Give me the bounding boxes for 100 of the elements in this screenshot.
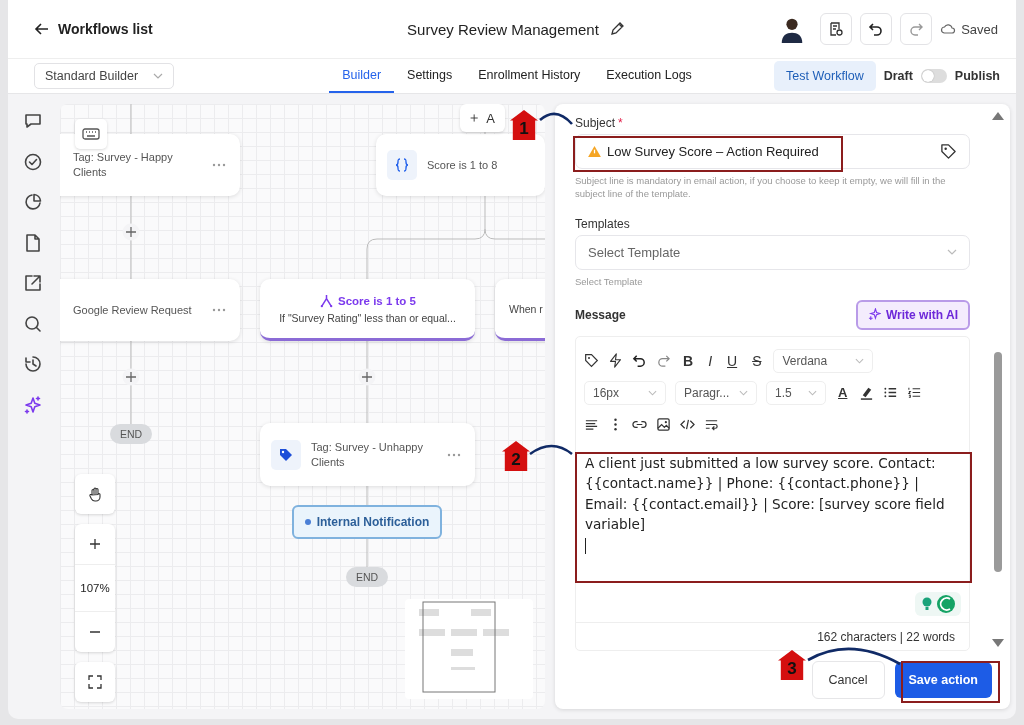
cloud-icon — [940, 21, 957, 37]
fit-view-button[interactable] — [75, 662, 115, 702]
add-step-icon[interactable] — [122, 368, 140, 386]
scrollbar-thumb[interactable] — [994, 352, 1002, 572]
message-field[interactable]: A client just submitted a low survey score. Contact: {{contact.name}} | Phone: {{contact.phone}} | Email: {{contact.email}} | Score: [survey score field variable] — [576, 448, 969, 580]
tag-icon[interactable] — [940, 143, 957, 160]
keyboard-button[interactable] — [75, 119, 107, 149]
subject-field[interactable]: Low Survey Score – Action Required — [575, 134, 970, 169]
action-node[interactable]: Google Review Request — [60, 279, 240, 341]
condition-title: Score is 1 to 5 — [338, 294, 416, 307]
more-icon[interactable] — [212, 163, 226, 167]
format-button[interactable]: S — [749, 352, 765, 369]
undo-button[interactable] — [860, 13, 893, 45]
undo-icon — [868, 21, 885, 37]
add-action-button[interactable]: A — [460, 104, 505, 132]
field-label: Templates — [575, 216, 630, 231]
check-icon[interactable] — [23, 151, 43, 172]
sparkle-icon[interactable] — [23, 394, 43, 415]
condition-node[interactable]: Score is 1 to 5 If "Survey Rating" less than or equal... — [260, 279, 475, 341]
chat-icon[interactable] — [23, 111, 43, 131]
text-wrap-icon[interactable] — [704, 417, 719, 433]
font-select[interactable]: Verdana — [773, 348, 874, 373]
back-link[interactable]: Workflows list — [34, 21, 153, 37]
tag-icon[interactable] — [584, 353, 599, 369]
redo-icon[interactable] — [656, 353, 671, 369]
assistant-icons-drawing[interactable] — [915, 591, 961, 616]
field-hint: Subject line is mandatory in email action, if you choose to keep it empty, we will fill in the subject line of the template. — [575, 174, 947, 201]
text-cursor — [585, 537, 586, 554]
notification-chip[interactable]: Internal Notification — [292, 505, 442, 539]
action-node[interactable]: Tag: Survey - Unhappy Clients — [260, 423, 475, 486]
pie-icon[interactable] — [23, 192, 43, 212]
tab[interactable]: Execution Logs — [593, 59, 705, 93]
caret-icon — [855, 357, 865, 364]
test-workflow-button[interactable]: Test Workflow — [774, 61, 876, 91]
sparkle-icon — [868, 308, 881, 322]
history-icon[interactable] — [23, 354, 43, 374]
save-action-button[interactable]: Save action — [894, 662, 992, 698]
tag-icon — [271, 439, 301, 470]
braces-icon — [387, 150, 417, 180]
caret-icon — [153, 73, 163, 79]
zoom-level: 107% — [75, 564, 115, 612]
hand-icon — [87, 486, 103, 502]
external-icon[interactable] — [23, 273, 43, 293]
write-with-ai-button[interactable]: Write with AI — [856, 299, 970, 330]
line-height-select[interactable]: 1.5 — [766, 380, 826, 405]
pencil-icon[interactable] — [608, 21, 625, 37]
block-format-select[interactable]: Paragr... — [675, 380, 757, 405]
undo-icon[interactable] — [632, 353, 647, 369]
tab[interactable]: Settings — [394, 59, 466, 93]
caret-icon — [648, 389, 657, 396]
text-color-button[interactable]: A — [835, 385, 851, 401]
align-icon[interactable] — [584, 417, 599, 433]
draft-label: Draft — [883, 69, 913, 83]
minus-icon — [89, 630, 101, 634]
warning-icon — [588, 146, 601, 157]
action-node[interactable]: Score is 1 to 8 — [376, 134, 545, 196]
image-icon[interactable] — [656, 417, 671, 433]
caret-icon — [808, 389, 817, 396]
template-select[interactable]: Select Template — [575, 234, 970, 270]
more-icon[interactable] — [447, 452, 461, 457]
scroll-up-arrow[interactable] — [992, 112, 1004, 120]
lightning-icon[interactable] — [608, 353, 623, 369]
document-icon — [828, 21, 845, 37]
redo-icon — [908, 21, 925, 37]
scroll-down-arrow[interactable] — [992, 639, 1004, 647]
node-label: Google Review Request — [73, 302, 193, 318]
node-label: Score is 1 to 8 — [427, 157, 499, 173]
condition-text: When r — [508, 302, 543, 315]
publish-label: Publish — [954, 69, 1000, 83]
highlighter-icon[interactable] — [859, 385, 875, 401]
format-button[interactable]: B — [680, 352, 697, 369]
checklist-button[interactable] — [820, 13, 853, 45]
field-label: Message — [575, 307, 626, 322]
font-size-select[interactable]: 16px — [584, 380, 666, 405]
action-node[interactable]: Tag: Survey - Happy Clients — [60, 134, 240, 196]
file-icon[interactable] — [23, 232, 43, 253]
numbered-list-icon[interactable] — [907, 385, 923, 401]
end-marker: END — [110, 424, 152, 444]
branch-icon — [319, 293, 334, 308]
cancel-button[interactable]: Cancel — [811, 661, 885, 699]
add-step-icon[interactable] — [358, 368, 376, 386]
condition-node[interactable]: When r — [495, 279, 545, 341]
tab[interactable]: Enrollment History — [465, 59, 594, 93]
back-arrow-icon — [34, 21, 50, 37]
search-icon[interactable] — [23, 313, 43, 334]
builder-select[interactable]: Standard Builder — [34, 63, 174, 89]
keyboard-icon — [82, 128, 100, 140]
tab[interactable]: Builder — [329, 59, 395, 93]
pan-button[interactable] — [75, 474, 115, 514]
node-label: Tag: Survey - Happy Clients — [73, 150, 174, 180]
format-button[interactable]: U — [724, 352, 741, 369]
add-step-icon[interactable] — [122, 223, 140, 241]
caret-icon — [739, 389, 748, 396]
publish-toggle[interactable] — [920, 69, 947, 83]
plus-icon — [470, 111, 479, 125]
more-icon[interactable] — [212, 308, 226, 312]
condition-text: If "Survey Rating" less than or equal... — [279, 312, 456, 324]
field-label: Subject — [575, 116, 616, 130]
format-button[interactable]: I — [705, 352, 715, 369]
end-marker: END — [346, 567, 388, 587]
